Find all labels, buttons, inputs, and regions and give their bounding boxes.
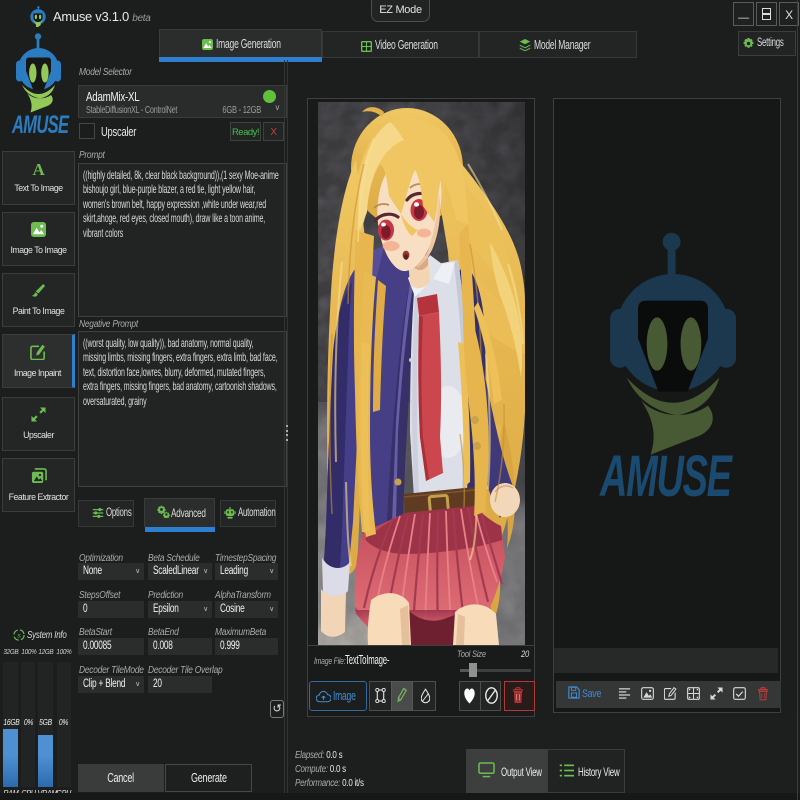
svg-text:s: s xyxy=(17,633,21,640)
